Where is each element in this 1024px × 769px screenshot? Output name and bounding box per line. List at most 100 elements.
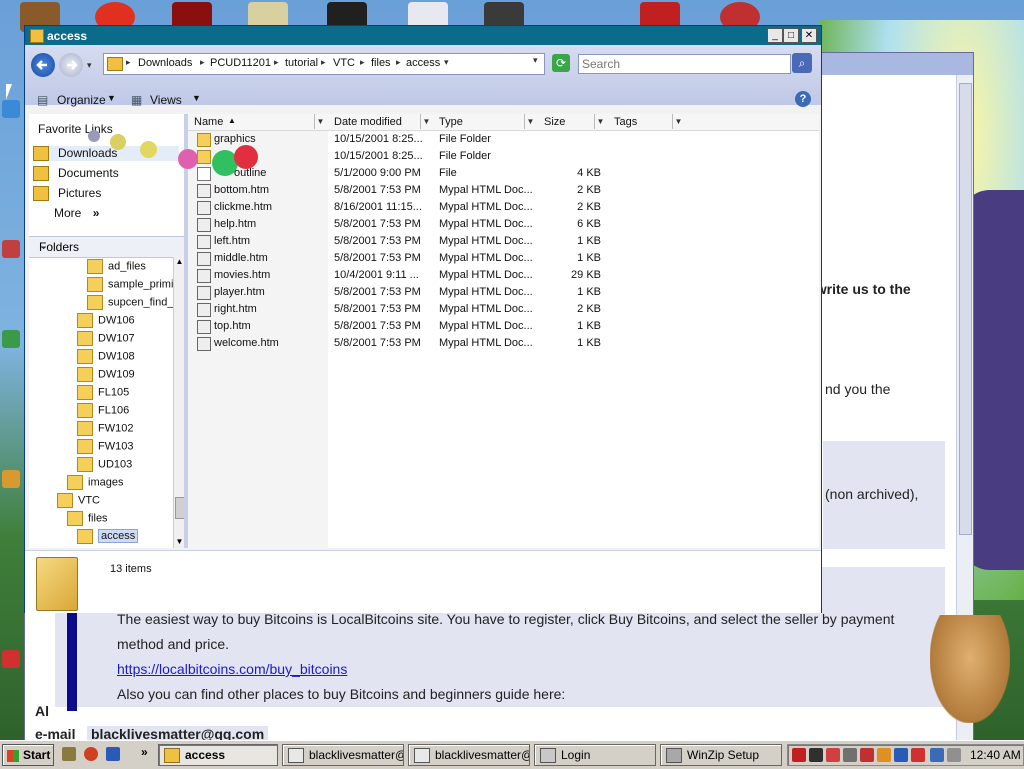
tree-item[interactable]: FW102 — [77, 421, 133, 438]
volume-icon[interactable] — [947, 748, 961, 762]
forward-button[interactable] — [59, 53, 83, 77]
desktop-side-icon[interactable] — [2, 240, 20, 258]
task-mail-2[interactable]: blacklivesmatter@... — [408, 744, 530, 766]
breadcrumb-downloads[interactable]: Downloads — [138, 57, 192, 69]
tree-item[interactable]: supcen_find_ — [87, 295, 173, 312]
column-size[interactable]: Size — [544, 116, 565, 128]
file-row[interactable]: left.htm 5/8/2001 7:53 PM Mypal HTML Doc..… — [188, 233, 819, 250]
tray-icon[interactable] — [809, 748, 823, 762]
tray-icon[interactable] — [843, 748, 857, 762]
column-name-dropdown-icon[interactable]: ▼ — [314, 114, 326, 129]
favorite-pictures[interactable]: Pictures — [33, 186, 101, 202]
desktop-side-icon[interactable] — [2, 100, 20, 118]
file-row[interactable]: player.htm 5/8/2001 7:53 PM Mypal HTML Doc… — [188, 284, 819, 301]
breadcrumb-arrow-icon[interactable]: ▸ — [321, 57, 326, 68]
file-row[interactable]: 10/15/2001 8:25... File Folder — [188, 148, 819, 165]
breadcrumb-files[interactable]: files — [371, 57, 391, 69]
tray-icon[interactable] — [792, 748, 806, 762]
views-button[interactable]: Views — [150, 93, 182, 107]
breadcrumb-arrow-icon[interactable]: ▸ — [200, 57, 205, 68]
tray-icon[interactable] — [877, 748, 891, 762]
task-mail-1[interactable]: blacklivesmatter@... — [282, 744, 404, 766]
maximize-button[interactable]: □ — [783, 28, 799, 43]
favorite-downloads[interactable]: Downloads — [33, 146, 179, 162]
clock[interactable]: 12:40 AM — [970, 748, 1021, 762]
tree-item[interactable]: FW103 — [77, 439, 133, 456]
refresh-button[interactable]: ⟳ — [552, 54, 570, 72]
breadcrumb-arrow-icon[interactable]: ▸ — [274, 57, 279, 68]
desktop-side-icon[interactable] — [2, 470, 20, 488]
desktop-side-icon[interactable] — [2, 650, 20, 668]
breadcrumb-arrow-icon[interactable]: ▸ — [396, 57, 401, 68]
folders-header[interactable]: Folders ⌄ — [29, 236, 184, 258]
file-row[interactable]: movies.htm 10/4/2001 9:11 ... Mypal HTML D… — [188, 267, 819, 284]
title-bar[interactable]: access _ □ ✕ — [25, 26, 821, 45]
quicklaunch-more-icon[interactable]: » — [141, 745, 148, 759]
task-access[interactable]: access — [158, 744, 278, 766]
file-row[interactable]: graphics 10/15/2001 8:25... File Folder — [188, 131, 819, 148]
file-row[interactable]: right.htm 5/8/2001 7:53 PM Mypal HTML Doc.… — [188, 301, 819, 318]
back-button[interactable] — [31, 53, 55, 77]
quicklaunch-app-icon[interactable] — [106, 747, 120, 761]
column-date-modified[interactable]: Date modified — [334, 116, 402, 128]
tree-scrollbar[interactable]: ▲ ▼ — [173, 257, 184, 548]
scroll-down-icon[interactable]: ▼ — [174, 537, 184, 548]
file-row[interactable]: outline 5/1/2000 9:00 PM File 4 KB — [188, 165, 819, 182]
column-tags-dropdown-icon[interactable]: ▼ — [672, 114, 684, 129]
quicklaunch-desktop-icon[interactable] — [62, 747, 76, 761]
organize-button[interactable]: Organize — [57, 93, 106, 107]
chevron-down-icon[interactable]: ⌄ — [39, 239, 180, 252]
tray-icon[interactable] — [826, 748, 840, 762]
tree-item[interactable]: DW109 — [77, 367, 135, 384]
tree-item[interactable]: DW108 — [77, 349, 135, 366]
search-icon[interactable]: ⌕ — [792, 53, 812, 73]
tree-item[interactable]: FL105 — [77, 385, 129, 402]
breadcrumb-vtc[interactable]: VTC — [333, 57, 355, 69]
tree-item-selected[interactable]: access — [77, 529, 139, 546]
favorite-documents[interactable]: Documents — [33, 166, 119, 182]
tree-item[interactable]: VTC — [57, 493, 100, 510]
tray-icon[interactable] — [860, 748, 874, 762]
file-row[interactable]: welcome.htm 5/8/2001 7:53 PM Mypal HTML Do… — [188, 335, 819, 352]
close-button[interactable]: ✕ — [801, 28, 817, 43]
organize-dropdown-icon[interactable]: ▼ — [107, 93, 116, 103]
quicklaunch-browser-icon[interactable] — [84, 747, 98, 761]
column-date-dropdown-icon[interactable]: ▼ — [420, 114, 432, 129]
address-bar[interactable]: ▸ Downloads ▸ PCUD11201 ▸ tutorial ▸ VTC… — [103, 53, 545, 75]
network-icon[interactable] — [930, 748, 944, 762]
history-dropdown-icon[interactable]: ▾ — [87, 60, 92, 71]
tray-icon[interactable] — [911, 748, 925, 762]
tray-icon[interactable] — [894, 748, 908, 762]
favorite-more[interactable]: More » — [54, 206, 99, 220]
tree-item[interactable]: ad_files — [87, 259, 146, 276]
tree-item[interactable]: UD103 — [77, 457, 132, 474]
file-row[interactable]: middle.htm 5/8/2001 7:53 PM Mypal HTML Doc… — [188, 250, 819, 267]
column-type-dropdown-icon[interactable]: ▼ — [524, 114, 536, 129]
breadcrumb-arrow-icon[interactable]: ▸ — [360, 57, 365, 68]
scroll-up-icon[interactable]: ▲ — [174, 257, 184, 268]
tree-item[interactable]: FL106 — [77, 403, 129, 420]
column-size-dropdown-icon[interactable]: ▼ — [594, 114, 606, 129]
help-button[interactable]: ? — [795, 91, 811, 107]
search-input[interactable]: Search — [578, 54, 791, 74]
tree-item[interactable]: files — [67, 511, 108, 528]
tree-item[interactable]: DW106 — [77, 313, 135, 330]
file-row[interactable]: bottom.htm 5/8/2001 7:53 PM Mypal HTML Doc… — [188, 182, 819, 199]
task-login[interactable]: Login — [534, 744, 656, 766]
file-row[interactable]: clickme.htm 8/16/2001 11:15... Mypal HTML … — [188, 199, 819, 216]
tree-item[interactable]: sample_primi — [87, 277, 173, 294]
breadcrumb-tutorial[interactable]: tutorial — [285, 57, 318, 69]
column-name[interactable]: Name — [194, 116, 223, 128]
start-button[interactable]: Start — [2, 744, 54, 766]
tree-scroll-thumb[interactable] — [175, 497, 184, 519]
file-row[interactable]: help.htm 5/8/2001 7:53 PM Mypal HTML Doc..… — [188, 216, 819, 233]
breadcrumb-arrow-icon[interactable]: ▾ — [444, 57, 449, 68]
tree-item[interactable]: images — [67, 475, 123, 492]
minimize-button[interactable]: _ — [767, 28, 783, 43]
bg-bitcoin-link[interactable]: https://localbitcoins.com/buy_bitcoins — [117, 661, 347, 677]
breadcrumb-access[interactable]: access — [406, 57, 440, 69]
breadcrumb-pcud11201[interactable]: PCUD11201 — [210, 57, 271, 69]
desktop-side-icon[interactable] — [2, 330, 20, 348]
bg-scroll-thumb[interactable] — [959, 83, 972, 535]
file-row[interactable]: top.htm 5/8/2001 7:53 PM Mypal HTML Doc...… — [188, 318, 819, 335]
